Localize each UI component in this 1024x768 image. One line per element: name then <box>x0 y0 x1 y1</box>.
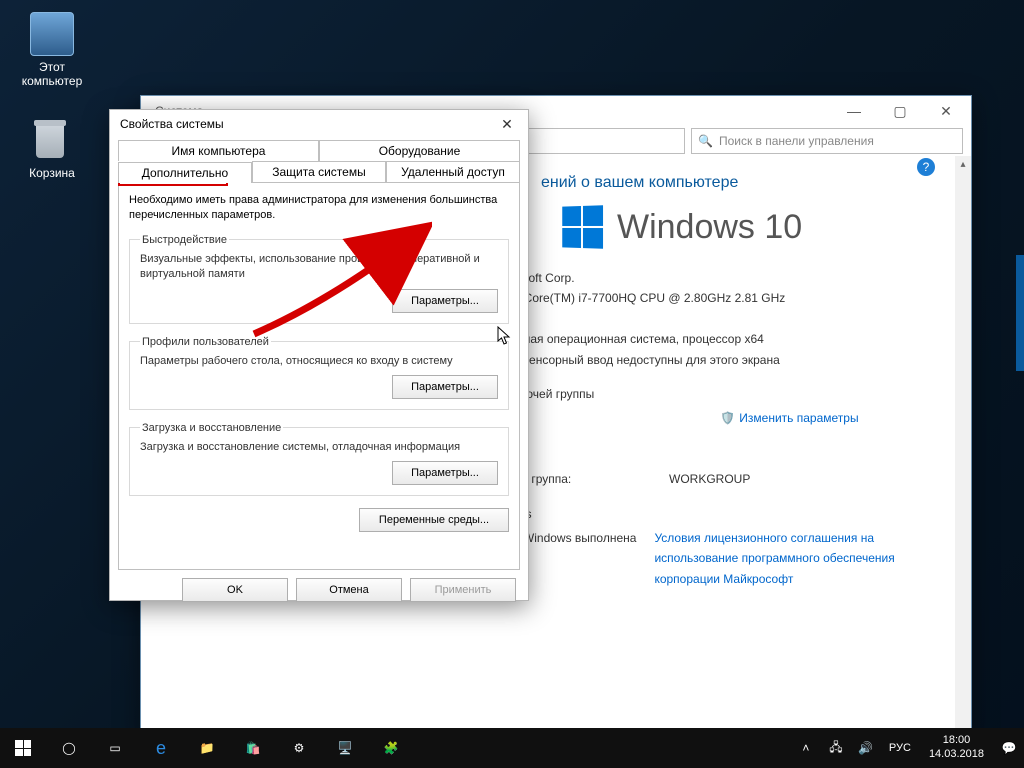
desktop-icon-label: Этот компьютер <box>14 60 90 88</box>
startup-recovery-desc: Загрузка и восстановление системы, отлад… <box>140 440 498 455</box>
pen-touch-value: Перо и сенсорный ввод недоступны для это… <box>481 350 951 370</box>
taskbar-app-edge[interactable]: e <box>138 728 184 768</box>
tray-language-indicator[interactable]: РУС <box>881 728 919 768</box>
tab-hardware[interactable]: Оборудование <box>319 140 520 161</box>
clock-time: 18:00 <box>929 734 984 748</box>
maximize-button[interactable]: ▢ <box>877 96 923 126</box>
system-type-value: -разрядная операционная система, процесс… <box>481 329 951 349</box>
desktop-icon-recycle-bin[interactable]: Корзина <box>14 118 90 180</box>
minimize-button[interactable]: — <box>831 96 877 126</box>
search-icon: 🔍 <box>698 134 713 148</box>
license-terms-link[interactable]: Условия лицензионного соглашения на испо… <box>654 528 951 589</box>
tab-remote[interactable]: Удаленный доступ <box>386 161 520 182</box>
shield-icon: 🛡️ <box>720 408 735 428</box>
ram-value: 8 ГБ <box>481 309 951 329</box>
right-accent-bar <box>1016 255 1024 371</box>
taskbar-app-generic-2[interactable]: 🖥️ <box>322 728 368 768</box>
performance-settings-button[interactable]: Параметры... <box>392 289 498 313</box>
tab-advanced[interactable]: Дополнительно <box>118 162 252 183</box>
dialog-title: Свойства системы <box>120 117 224 131</box>
scroll-up-button[interactable]: ▴ <box>955 156 971 172</box>
dialog-button-bar: OK Отмена Применить <box>110 578 528 612</box>
performance-legend: Быстродействие <box>140 234 229 246</box>
windows10-wordmark: Windows 10 <box>617 208 802 247</box>
action-center-button[interactable]: 💬 <box>994 728 1024 768</box>
tab-strip: Имя компьютера Оборудование Дополнительн… <box>118 140 520 182</box>
cancel-button[interactable]: Отмена <box>296 578 402 602</box>
dialog-system-properties: Свойства системы ✕ Имя компьютера Оборуд… <box>109 109 529 601</box>
taskbar-search-button[interactable]: ◯ <box>46 728 92 768</box>
windows-logo-icon <box>562 205 603 248</box>
desktop[interactable]: Этот компьютер Корзина Система — ▢ ✕ ← →… <box>0 0 1024 768</box>
tray-overflow-button[interactable]: ˄ <box>791 728 821 768</box>
taskbar-app-generic-1[interactable]: ⚙ <box>276 728 322 768</box>
taskbar-app-explorer[interactable]: 📁 <box>184 728 230 768</box>
vertical-scrollbar[interactable]: ▴ <box>955 156 971 736</box>
pc-icon <box>30 12 74 56</box>
ok-button[interactable]: OK <box>182 578 288 602</box>
taskbar-app-store[interactable]: 🛍️ <box>230 728 276 768</box>
system-tray: ˄ 🖧 🔊 РУС 18:00 14.03.2018 💬 <box>791 728 1024 768</box>
startup-recovery-group: Загрузка и восстановление Загрузка и вос… <box>129 422 509 496</box>
search-input[interactable]: 🔍 Поиск в панели управления <box>691 128 963 154</box>
full-computer-name-value: er-PC <box>481 429 951 449</box>
copyright-text: © Microsoft Corp. <box>481 268 951 288</box>
dialog-titlebar[interactable]: Свойства системы ✕ <box>110 110 528 138</box>
workgroup-value: WORKGROUP <box>669 469 750 489</box>
clock-date: 14.03.2018 <box>929 748 984 762</box>
taskbar-app-generic-3[interactable]: 🧩 <box>368 728 414 768</box>
user-profiles-settings-button[interactable]: Параметры... <box>392 375 498 399</box>
search-placeholder: Поиск в панели управления <box>719 134 874 148</box>
tab-computer-name[interactable]: Имя компьютера <box>118 140 319 161</box>
start-button[interactable] <box>0 728 46 768</box>
tab-system-protection[interactable]: Защита системы <box>252 161 386 182</box>
startup-recovery-legend: Загрузка и восстановление <box>140 422 283 434</box>
admin-rights-notice: Необходимо иметь права администратора дл… <box>129 193 509 224</box>
performance-desc: Визуальные эффекты, использование процес… <box>140 252 498 283</box>
user-profiles-group: Профили пользователей Параметры рабочего… <box>129 336 509 410</box>
help-icon[interactable]: ? <box>917 158 935 176</box>
dialog-close-button[interactable]: ✕ <box>490 112 524 136</box>
processor-value: Intel(R) Core(TM) i7-7700HQ CPU @ 2.80GH… <box>481 288 951 308</box>
change-settings-link[interactable]: 🛡️ Изменить параметры <box>720 408 858 428</box>
desktop-icon-label: Корзина <box>14 166 90 180</box>
close-button[interactable]: ✕ <box>923 96 969 126</box>
apply-button[interactable]: Применить <box>410 578 516 602</box>
task-view-button[interactable]: ▭ <box>92 728 138 768</box>
tray-network-icon[interactable]: 🖧 <box>821 728 851 768</box>
performance-group: Быстродействие Визуальные эффекты, испол… <box>129 234 509 324</box>
windows-logo-icon <box>15 740 31 756</box>
desktop-icon-this-pc[interactable]: Этот компьютер <box>14 12 90 88</box>
recycle-bin-icon <box>30 118 74 162</box>
environment-variables-button[interactable]: Переменные среды... <box>359 508 509 532</box>
tray-volume-icon[interactable]: 🔊 <box>851 728 881 768</box>
windows10-logo: Windows 10 <box>561 206 951 248</box>
taskbar[interactable]: ◯ ▭ e 📁 🛍️ ⚙ 🖥️ 🧩 ˄ 🖧 🔊 РУС 18:00 14.03.… <box>0 728 1024 768</box>
user-profiles-legend: Профили пользователей <box>140 336 271 348</box>
startup-recovery-settings-button[interactable]: Параметры... <box>392 461 498 485</box>
dialog-body: Необходимо иметь права администратора дл… <box>118 182 520 570</box>
system-info-rows: © Microsoft Corp. Intel(R) Core(TM) i7-7… <box>481 268 951 589</box>
taskbar-clock[interactable]: 18:00 14.03.2018 <box>919 734 994 762</box>
page-title: ений о вашем компьютере <box>541 174 951 192</box>
user-profiles-desc: Параметры рабочего стола, относящиеся ко… <box>140 354 498 369</box>
